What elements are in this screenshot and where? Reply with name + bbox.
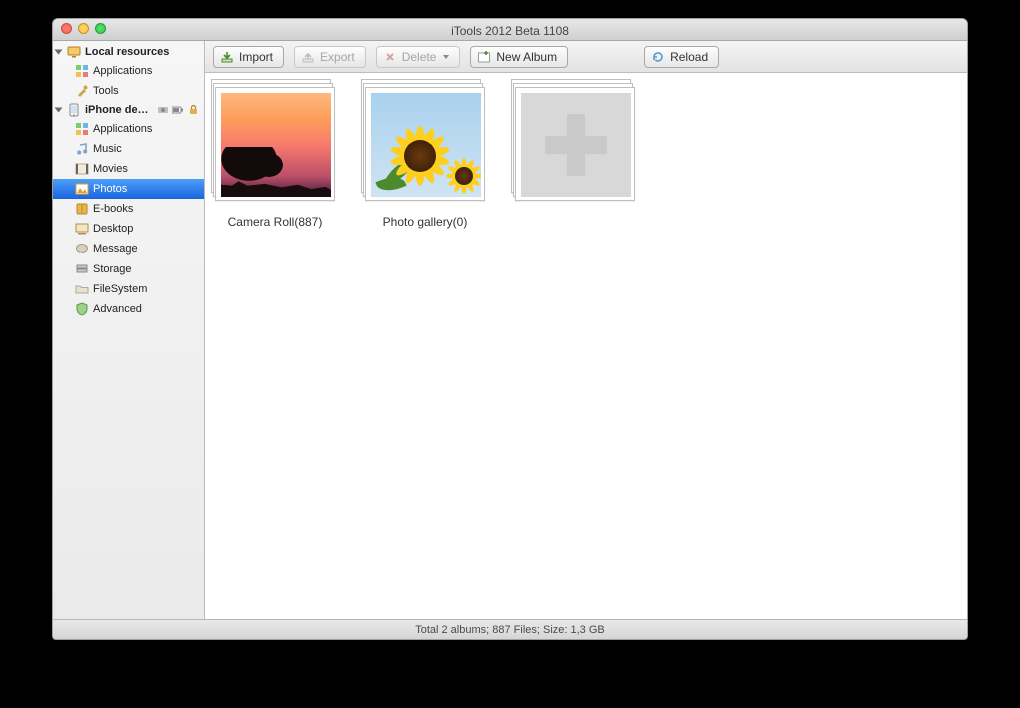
statusbar: Total 2 albums; 887 Files; Size: 1,3 GB <box>53 619 967 639</box>
button-label: Delete <box>402 50 437 64</box>
sidebar-item-music[interactable]: Music <box>53 139 204 159</box>
film-icon <box>75 162 89 176</box>
plus-icon <box>521 93 631 197</box>
book-icon <box>75 202 89 216</box>
sidebar-item-label: Tools <box>93 85 119 97</box>
export-button[interactable]: Export <box>294 46 366 68</box>
reload-icon <box>651 50 665 64</box>
reload-button[interactable]: Reload <box>644 46 719 68</box>
album-camera-roll[interactable]: Camera Roll(887) <box>211 87 339 229</box>
delete-button[interactable]: Delete <box>376 46 461 68</box>
sidebar-item-label: Photos <box>93 183 127 195</box>
zoom-window-button[interactable] <box>95 23 106 34</box>
sidebar-item-filesystem[interactable]: FileSystem <box>53 279 204 299</box>
minimize-window-button[interactable] <box>78 23 89 34</box>
album-label: Camera Roll(887) <box>228 215 323 229</box>
shield-icon <box>75 302 89 316</box>
new-album-icon <box>477 50 491 64</box>
lock-icon <box>186 103 200 117</box>
sidebar-item-label: FileSystem <box>93 283 147 295</box>
album-thumbnail <box>365 87 485 207</box>
album-grid: Camera Roll(887) <box>205 73 967 619</box>
apps-icon <box>75 122 89 136</box>
sidebar-item-label: Applications <box>93 65 152 77</box>
sidebar-item-label: Advanced <box>93 303 142 315</box>
app-window: iTools 2012 Beta 1108 Local resources Ap… <box>52 18 968 640</box>
toolbar: Import Export Delete <box>205 41 967 73</box>
album-thumbnail <box>515 87 635 207</box>
phone-icon <box>67 103 81 117</box>
sidebar-item-message[interactable]: Message <box>53 239 204 259</box>
button-label: New Album <box>496 50 557 64</box>
import-icon <box>220 50 234 64</box>
chevron-down-icon <box>443 55 449 59</box>
sidebar-item-label: Movies <box>93 163 128 175</box>
photos-icon <box>75 182 89 196</box>
album-label: Photo gallery(0) <box>383 215 468 229</box>
sidebar-item-label: E-books <box>93 203 133 215</box>
album-add-new[interactable] <box>511 87 639 207</box>
sidebar-item-photos[interactable]: Photos <box>53 179 204 199</box>
sidebar-item-advanced[interactable]: Advanced <box>53 299 204 319</box>
sidebar-item-storage[interactable]: Storage <box>53 259 204 279</box>
button-label: Export <box>320 50 355 64</box>
sidebar-item-movies[interactable]: Movies <box>53 159 204 179</box>
titlebar: iTools 2012 Beta 1108 <box>53 19 967 41</box>
sidebar-group-local[interactable]: Local resources <box>53 43 204 61</box>
tools-icon <box>75 84 89 98</box>
chevron-down-icon <box>55 108 63 113</box>
sidebar-item-desktop[interactable]: Desktop <box>53 219 204 239</box>
chevron-down-icon <box>55 50 63 55</box>
sidebar-group-label: Local resources <box>85 46 169 58</box>
content: Import Export Delete <box>205 41 967 619</box>
sidebar-item-label: Desktop <box>93 223 133 235</box>
sidebar-item-label: Music <box>93 143 122 155</box>
sidebar-item-device-applications[interactable]: Applications <box>53 119 204 139</box>
camera-icon <box>156 103 170 117</box>
folder-icon <box>75 282 89 296</box>
import-button[interactable]: Import <box>213 46 284 68</box>
status-text: Total 2 albums; 887 Files; Size: 1,3 GB <box>415 624 605 636</box>
traffic-lights <box>61 23 106 34</box>
music-icon <box>75 142 89 156</box>
battery-icon <box>171 103 185 117</box>
button-label: Import <box>239 50 273 64</box>
device-badges <box>156 103 200 117</box>
delete-icon <box>383 50 397 64</box>
export-icon <box>301 50 315 64</box>
sidebar-group-label: iPhone de… <box>85 104 149 116</box>
album-thumbnail <box>215 87 335 207</box>
desktop-icon <box>75 222 89 236</box>
button-label: Reload <box>670 50 708 64</box>
sidebar-item-local-tools[interactable]: Tools <box>53 81 204 101</box>
sidebar: Local resources Applications Tools iP <box>53 41 205 619</box>
sidebar-group-device[interactable]: iPhone de… <box>53 101 204 119</box>
apps-icon <box>75 64 89 78</box>
window-title: iTools 2012 Beta 1108 <box>53 21 967 38</box>
storage-icon <box>75 262 89 276</box>
message-icon <box>75 242 89 256</box>
sidebar-item-label: Storage <box>93 263 132 275</box>
album-photo-gallery[interactable]: Photo gallery(0) <box>361 87 489 229</box>
monitor-icon <box>67 45 81 59</box>
new-album-button[interactable]: New Album <box>470 46 568 68</box>
sidebar-item-local-applications[interactable]: Applications <box>53 61 204 81</box>
body: Local resources Applications Tools iP <box>53 41 967 619</box>
sidebar-item-label: Applications <box>93 123 152 135</box>
sidebar-item-label: Message <box>93 243 138 255</box>
sidebar-item-ebooks[interactable]: E-books <box>53 199 204 219</box>
close-window-button[interactable] <box>61 23 72 34</box>
